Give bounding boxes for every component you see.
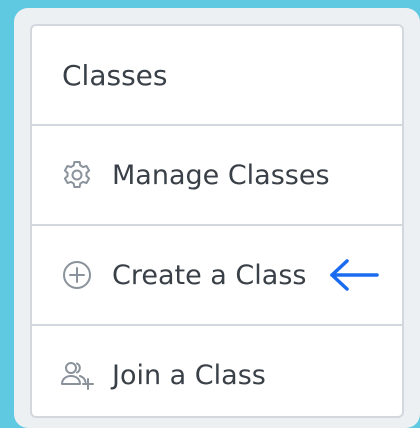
create-class-label: Create a Class [112, 259, 307, 291]
user-group-add-icon [60, 358, 94, 392]
join-class-item[interactable]: Join a Class [32, 326, 402, 416]
plus-circle-icon [60, 258, 94, 292]
manage-classes-item[interactable]: Manage Classes [32, 126, 402, 224]
classes-menu: Classes Manage Classes Create a Class Jo… [30, 24, 404, 418]
arrow-left-icon [328, 258, 380, 292]
create-class-item[interactable]: Create a Class [32, 226, 402, 324]
gear-icon [60, 158, 94, 192]
join-class-label: Join a Class [112, 359, 266, 391]
menu-heading: Classes [62, 58, 168, 92]
manage-classes-label: Manage Classes [112, 159, 330, 191]
